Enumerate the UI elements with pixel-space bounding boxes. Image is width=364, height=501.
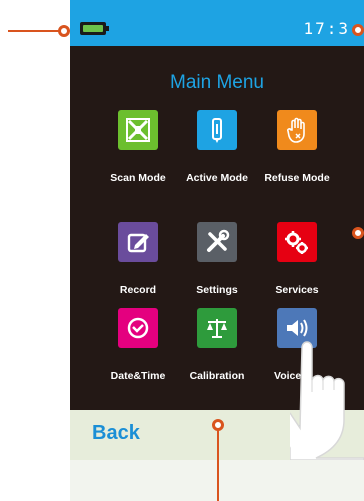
tile-label: Calibration bbox=[189, 370, 245, 382]
gears-icon bbox=[277, 222, 317, 262]
scale-icon bbox=[197, 308, 237, 348]
hand-stop-icon bbox=[277, 110, 317, 150]
back-button[interactable]: Back bbox=[92, 422, 140, 445]
edit-record-icon bbox=[118, 222, 158, 262]
tile-settings[interactable]: Settings bbox=[172, 222, 262, 312]
callout-dot-battery bbox=[58, 25, 70, 37]
clock-icon bbox=[118, 308, 158, 348]
callout-line-battery bbox=[8, 30, 63, 32]
callout-dot-bottom bbox=[212, 419, 224, 431]
tile-active-mode[interactable]: Active Mode bbox=[172, 110, 262, 200]
callout-line-bottom bbox=[217, 425, 219, 501]
tile-label: Date&Time bbox=[110, 370, 166, 382]
tile-label: Active Mode bbox=[186, 172, 248, 184]
scan-icon bbox=[118, 110, 158, 150]
clock-text: 17:3 bbox=[303, 19, 350, 38]
tile-record[interactable]: Record bbox=[93, 222, 183, 312]
callout-dot-right bbox=[352, 227, 364, 239]
pointing-hand-icon bbox=[290, 341, 364, 460]
tile-label: Services bbox=[275, 284, 319, 296]
page-title: Main Menu bbox=[170, 72, 264, 93]
tile-label: Record bbox=[119, 284, 157, 296]
tile-scan-mode[interactable]: Scan Mode bbox=[93, 110, 183, 200]
active-pen-icon bbox=[197, 110, 237, 150]
status-bar: 17:3 bbox=[70, 0, 364, 46]
tile-label: Settings bbox=[196, 284, 238, 296]
battery-icon bbox=[80, 22, 109, 35]
tile-label: Refuse Mode bbox=[264, 172, 330, 184]
tile-label: Scan Mode bbox=[110, 172, 166, 184]
callout-dot-clock bbox=[352, 24, 364, 36]
tile-date-time[interactable]: Date&Time bbox=[93, 308, 183, 398]
tile-services[interactable]: Services bbox=[252, 222, 342, 312]
tile-calibration[interactable]: Calibration bbox=[172, 308, 262, 398]
tile-refuse-mode[interactable]: Refuse Mode bbox=[252, 110, 342, 200]
tools-icon bbox=[197, 222, 237, 262]
